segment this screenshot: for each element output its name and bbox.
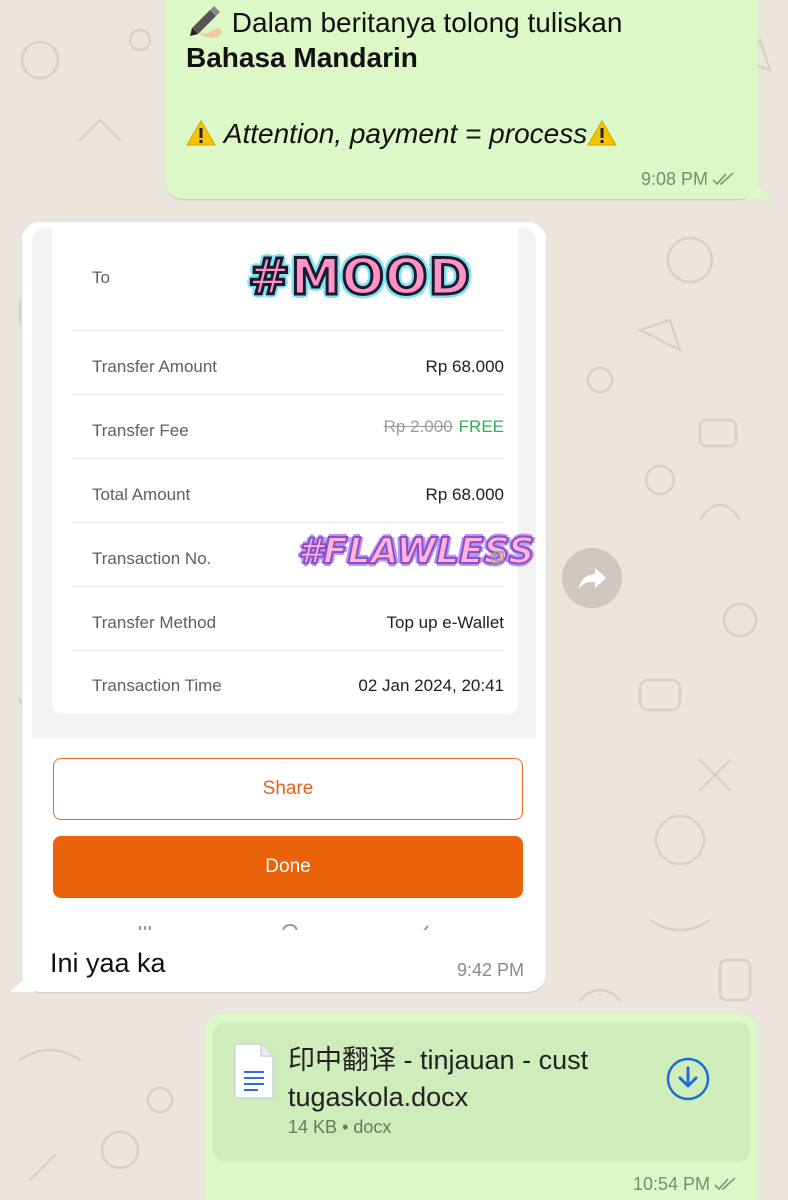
filename-line1: 印中翻译 - tinjauan - cust — [288, 1045, 589, 1075]
row-value: Rp 68.000 — [425, 485, 504, 504]
row-value: Rp 68.000 — [425, 357, 504, 376]
double-check-icon — [712, 172, 734, 186]
document-meta: 14 KB • docx — [288, 1117, 391, 1138]
double-check-icon — [714, 1177, 736, 1191]
forward-arrow-icon — [579, 568, 606, 589]
message-timestamp: 9:42 PM — [456, 960, 524, 980]
row-label: To — [92, 268, 110, 287]
old-fee: Rp 2.000 — [383, 417, 453, 436]
receipt-card: To #MOOD Transfer Amount Rp 68.000 Trans… — [52, 228, 535, 714]
free-badge: FREE — [458, 417, 504, 436]
meta-separator: • — [342, 1117, 354, 1137]
document-attachment[interactable]: 印中翻译 - tinjauan - cust tugaskola.docx 14… — [213, 1022, 750, 1162]
timestamp-text: 10:54 PM — [632, 1174, 710, 1194]
receipt-row-transfer-method: Transfer Method Top up e-Wallet — [72, 587, 504, 651]
row-label: Transfer Method — [92, 613, 217, 632]
file-type: docx — [353, 1117, 392, 1137]
receipt-screenshot-image[interactable]: To #MOOD Transfer Amount Rp 68.000 Trans… — [32, 228, 536, 930]
warning-icon — [587, 120, 618, 146]
row-label: Transfer Amount — [92, 357, 218, 376]
message-text-line1: Dalam beritanya tolong tuliskan — [231, 7, 623, 38]
share-button[interactable]: Share — [53, 758, 523, 820]
receipt-row-transaction-time: Transaction Time 02 Jan 2024, 20:41 — [72, 650, 504, 713]
row-label: Transfer Fee — [92, 421, 189, 440]
outgoing-message-bubble[interactable]: Dalam beritanya tolong tuliskan Bahasa M… — [165, 0, 772, 199]
receipt-row-transfer-amount: Transfer Amount Rp 68.000 — [72, 331, 504, 395]
timestamp-text: 9:08 PM — [640, 169, 708, 189]
message-text-line2: Bahasa Mandarin — [186, 42, 418, 73]
receipt-row-transaction-no: Transaction No. #FLAWLESS — [72, 523, 535, 587]
message-timestamp: 9:08 PM — [641, 169, 736, 190]
row-value: 02 Jan 2024, 20:41 — [358, 676, 504, 695]
sticker-mood: #MOOD — [246, 247, 472, 308]
receipt-row-total-amount: Total Amount Rp 68.000 — [72, 459, 504, 523]
row-label: Transaction Time — [92, 676, 222, 695]
receipt-row-transfer-fee: Transfer Fee Rp 2.000 FREE — [72, 395, 504, 459]
copy-icon — [491, 551, 504, 564]
document-icon — [234, 1043, 274, 1099]
message-timestamp: 10:54 PM — [633, 1174, 738, 1195]
android-nav-bar — [139, 923, 429, 930]
incoming-image-message[interactable]: To #MOOD Transfer Amount Rp 68.000 Trans… — [10, 222, 546, 992]
message-line-3: Attention, payment = process — [186, 118, 618, 150]
outgoing-document-message[interactable]: 印中翻译 - tinjauan - cust tugaskola.docx 14… — [205, 1014, 758, 1200]
row-value: Rp 2.000 FREE — [384, 417, 504, 437]
row-label: Total Amount — [92, 485, 191, 504]
done-button[interactable]: Done — [53, 836, 523, 898]
image-caption: Ini yaa ka — [50, 948, 166, 978]
forward-button[interactable] — [562, 548, 622, 608]
row-label: Transaction No. — [92, 549, 212, 568]
download-icon[interactable] — [665, 1056, 711, 1102]
warning-icon — [186, 120, 216, 146]
document-filename: 印中翻译 - tinjauan - cust tugaskola.docx — [288, 1042, 588, 1116]
message-line-1: Dalam beritanya tolong tuliskan — [186, 4, 622, 39]
filename-line2: tugaskola.docx — [288, 1082, 469, 1112]
row-value: Top up e-Wallet — [386, 613, 504, 632]
file-size: 14 KB — [288, 1117, 338, 1137]
receipt-action-area: Share Done — [32, 738, 536, 930]
writing-hand-emoji-icon — [190, 6, 222, 38]
receipt-row-to: To #MOOD — [72, 234, 504, 331]
message-text-line3: Attention, payment = process — [223, 118, 588, 149]
